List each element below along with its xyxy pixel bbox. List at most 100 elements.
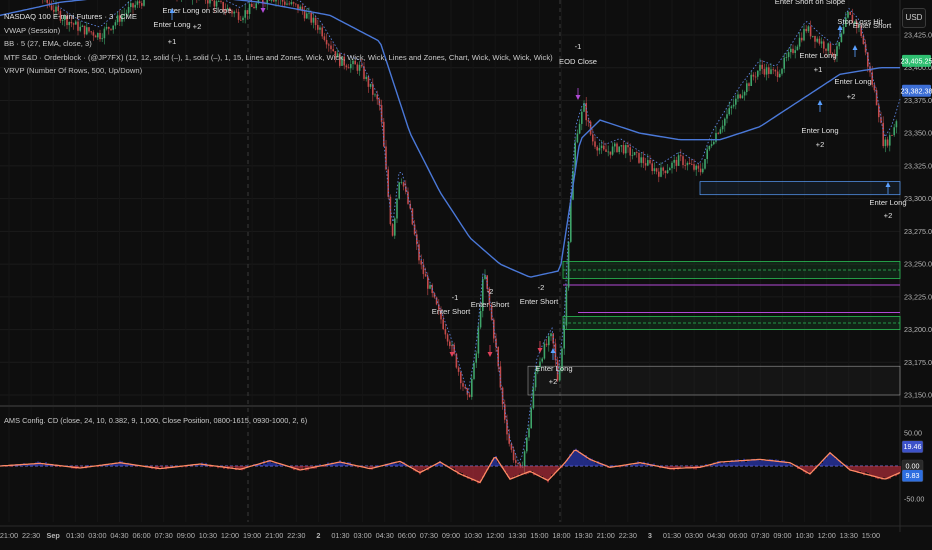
candle-body bbox=[594, 141, 596, 147]
candle-body bbox=[798, 37, 801, 47]
currency-button[interactable]: USD bbox=[902, 8, 926, 28]
candle-body bbox=[449, 341, 451, 347]
candle-body bbox=[468, 394, 471, 397]
candle-body bbox=[842, 26, 845, 34]
price-tick: 23,350.00 bbox=[904, 129, 932, 138]
time-tick: 01:30 bbox=[66, 531, 84, 540]
candle-body bbox=[704, 159, 706, 169]
short-arrow-icon bbox=[449, 352, 455, 357]
candle-body bbox=[143, 0, 145, 6]
candle-body bbox=[647, 160, 649, 166]
time-tick: 2 bbox=[316, 531, 320, 540]
candle-body bbox=[770, 69, 772, 74]
trade-label: Enter Long bbox=[801, 126, 838, 135]
candle-body bbox=[444, 329, 447, 335]
candle-body bbox=[750, 74, 752, 86]
time-tick: 07:30 bbox=[751, 531, 769, 540]
candle-body bbox=[295, 3, 297, 5]
candle-body bbox=[688, 162, 691, 164]
candle-body bbox=[891, 135, 893, 136]
candle-body bbox=[286, 3, 288, 5]
candle-body bbox=[774, 69, 777, 72]
candle-body bbox=[827, 43, 829, 51]
time-tick: 07:30 bbox=[420, 531, 438, 540]
candle-body bbox=[743, 91, 746, 96]
candle-body bbox=[134, 4, 136, 8]
candle-body bbox=[565, 287, 568, 326]
candle-body bbox=[218, 1, 220, 2]
time-tick: 10:30 bbox=[199, 531, 217, 540]
candle-body bbox=[473, 362, 475, 379]
oscillator-legend[interactable]: AMS Config. CD (close, 24, 10, 0.382, 9,… bbox=[4, 416, 307, 425]
candle-body bbox=[499, 366, 502, 388]
candle-body bbox=[211, 0, 213, 1]
candle-body bbox=[746, 83, 748, 92]
time-tick: 21:00 bbox=[0, 531, 18, 540]
candle-body bbox=[792, 48, 794, 53]
candle-body bbox=[697, 165, 700, 169]
candle-body bbox=[284, 1, 286, 5]
candle-body bbox=[823, 41, 825, 49]
candle-body bbox=[691, 163, 693, 165]
candle-body bbox=[607, 151, 609, 153]
candle-body bbox=[818, 38, 821, 44]
time-tick: 22:30 bbox=[619, 531, 637, 540]
time-tick: 3 bbox=[648, 531, 652, 540]
symbol-title[interactable]: NASDAQ 100 E-mini Futures · 3 · CME bbox=[4, 10, 553, 24]
trade-label: Enter Short bbox=[853, 21, 892, 30]
candle-body bbox=[807, 26, 810, 32]
price-axis[interactable]: 23,425.0023,400.0023,375.0023,350.0023,3… bbox=[901, 31, 932, 504]
candle-body bbox=[510, 443, 513, 450]
time-tick: 21:00 bbox=[265, 531, 283, 540]
candle-body bbox=[136, 1, 139, 5]
value-zone bbox=[699, 181, 901, 196]
candle-body bbox=[132, 3, 134, 8]
time-tick: 15:00 bbox=[862, 531, 880, 540]
candle-body bbox=[675, 159, 678, 166]
trade-label: -1 bbox=[575, 42, 582, 51]
legend-vwap[interactable]: VWAP (Session) bbox=[4, 24, 553, 38]
time-tick: 13:30 bbox=[508, 531, 526, 540]
trade-label: Enter Short on Slope bbox=[775, 0, 846, 6]
short-arrow-icon bbox=[575, 95, 581, 100]
candle-body bbox=[517, 462, 519, 464]
legend-mtf-orderblock[interactable]: MTF S&D · Orderblock · (@JP7FX) (12, 12,… bbox=[4, 51, 553, 65]
candle-body bbox=[785, 57, 788, 58]
candle-body bbox=[864, 44, 867, 53]
candle-body bbox=[783, 57, 785, 69]
candle-body bbox=[420, 260, 422, 265]
candle-body bbox=[581, 111, 583, 124]
candle-body bbox=[383, 121, 385, 147]
candle-body bbox=[796, 46, 799, 51]
legend-bb[interactable]: BB · 5 (27, EMA, close, 3) bbox=[4, 37, 553, 51]
time-axis[interactable]: 21:00 22:30 Sep 01:30 03:00 04:30 06:00 07:30 09… bbox=[0, 531, 880, 540]
candle-body bbox=[427, 276, 429, 289]
candle-body bbox=[534, 371, 537, 388]
candle-body bbox=[292, 2, 295, 4]
candle-body bbox=[508, 434, 510, 444]
short-arrow-icon bbox=[487, 352, 493, 357]
candle-body bbox=[772, 69, 774, 71]
candle-body bbox=[776, 71, 779, 78]
candle-body bbox=[411, 208, 414, 225]
candle-body bbox=[400, 182, 403, 183]
candle-body bbox=[446, 334, 449, 342]
time-tick: Sep bbox=[47, 531, 61, 540]
candle-body bbox=[805, 28, 807, 32]
candle-body bbox=[477, 327, 480, 354]
trade-label: Enter Short bbox=[432, 307, 471, 316]
price-tick: 23,175.00 bbox=[904, 358, 932, 367]
candle-body bbox=[627, 145, 629, 148]
volume-zone bbox=[527, 365, 901, 396]
candle-body bbox=[596, 146, 598, 151]
price-chart[interactable]: Enter Long+1Enter Long on Slope+2-1EOD C… bbox=[0, 0, 932, 550]
candle-body bbox=[592, 134, 594, 142]
candle-body bbox=[424, 274, 427, 277]
osc-tick: -50.00 bbox=[904, 495, 924, 504]
trade-label: Enter Long bbox=[535, 364, 572, 373]
candle-body bbox=[605, 149, 607, 152]
legend-vrvp[interactable]: VRVP (Number Of Rows, 500, Up/Down) bbox=[4, 64, 553, 78]
candle-body bbox=[396, 198, 398, 219]
osc-badge-label: 9.83 bbox=[906, 471, 920, 480]
candle-body bbox=[484, 275, 486, 279]
